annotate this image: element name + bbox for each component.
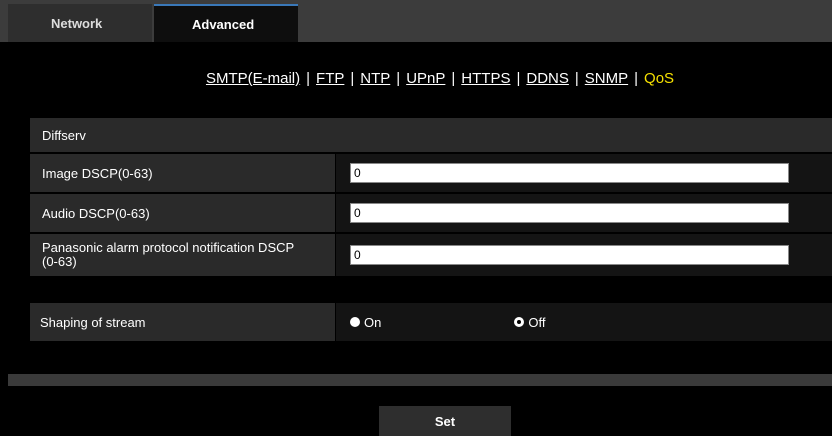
image-dscp-input[interactable] — [350, 163, 789, 183]
image-dscp-label: Image DSCP(0-63) — [30, 154, 335, 192]
link-ftp[interactable]: FTP — [316, 70, 344, 87]
image-dscp-row: Image DSCP(0-63) — [30, 154, 832, 192]
audio-dscp-row: Audio DSCP(0-63) — [30, 194, 832, 232]
link-snmp[interactable]: SNMP — [585, 70, 628, 87]
link-https[interactable]: HTTPS — [461, 70, 510, 87]
image-dscp-cell — [336, 154, 832, 192]
sub-menu-links: SMTP(E-mail) | FTP | NTP | UPnP | HTTPS | DDNS | SNM… — [8, 70, 832, 87]
shaping-row: Shaping of stream On Off — [30, 303, 832, 341]
radio-unselected-icon — [350, 317, 360, 327]
alarm-dscp-label: Panasonic alarm protocol notification DS… — [30, 234, 335, 276]
link-smtp[interactable]: SMTP(E-mail) — [206, 70, 300, 87]
link-ddns[interactable]: DDNS — [526, 70, 569, 87]
link-separator: | — [451, 70, 456, 87]
link-separator: | — [516, 70, 521, 87]
link-separator: | — [350, 70, 355, 87]
link-separator: | — [574, 70, 579, 87]
link-separator: | — [634, 70, 639, 87]
audio-dscp-input[interactable] — [350, 203, 789, 223]
divider-band — [8, 374, 832, 386]
audio-dscp-cell — [336, 194, 832, 232]
radio-selected-icon — [514, 317, 525, 327]
shaping-off-radio[interactable]: Off — [514, 315, 545, 330]
diffserv-header: Diffserv — [30, 118, 832, 152]
link-separator: | — [306, 70, 311, 87]
main-content: SMTP(E-mail) | FTP | NTP | UPnP | HTTPS | DDNS | SNM… — [8, 42, 832, 436]
link-qos-current: QoS — [644, 70, 675, 87]
alarm-dscp-row: Panasonic alarm protocol notification DS… — [30, 234, 832, 276]
alarm-dscp-input[interactable] — [350, 245, 789, 265]
diffserv-title: Diffserv — [42, 127, 86, 143]
alarm-dscp-label-line2: (0-63) — [42, 254, 77, 269]
alarm-dscp-label-line1: Panasonic alarm protocol notification DS… — [42, 240, 295, 255]
tab-network[interactable]: Network — [8, 4, 152, 42]
set-button[interactable]: Set — [379, 406, 511, 436]
tab-advanced[interactable]: Advanced — [154, 4, 298, 42]
shaping-cell: On Off — [336, 303, 832, 341]
shaping-label: Shaping of stream — [30, 303, 335, 341]
shaping-on-label: On — [364, 314, 382, 330]
tab-bar: Network Advanced — [0, 0, 832, 42]
link-separator: | — [396, 70, 401, 87]
link-upnp[interactable]: UPnP — [406, 70, 445, 87]
shaping-off-label: Off — [528, 314, 546, 330]
link-ntp[interactable]: NTP — [360, 70, 390, 87]
audio-dscp-label: Audio DSCP(0-63) — [30, 194, 335, 232]
alarm-dscp-cell — [336, 234, 832, 276]
shaping-on-radio[interactable]: On — [350, 315, 381, 330]
